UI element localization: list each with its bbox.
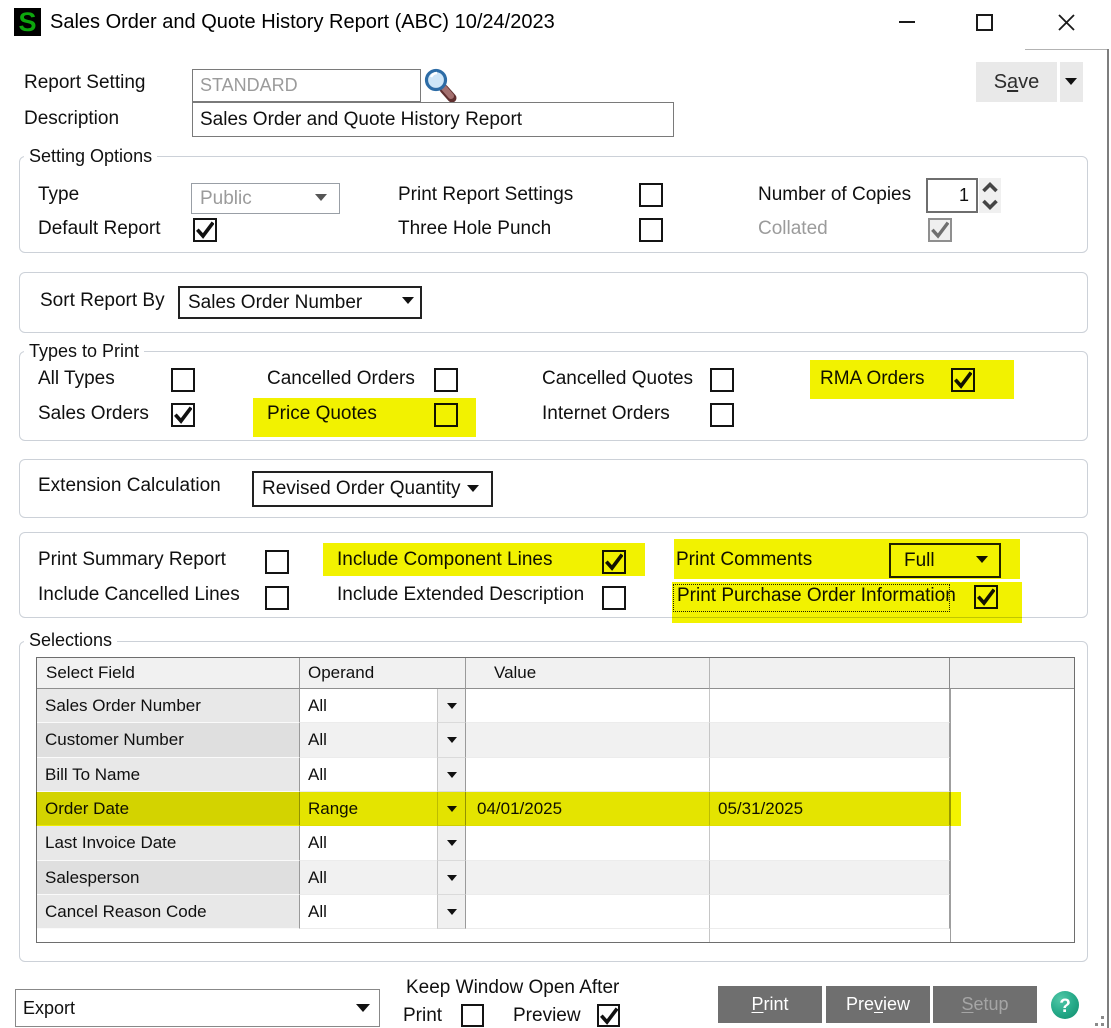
svg-text:?: ? <box>1059 996 1071 1017</box>
